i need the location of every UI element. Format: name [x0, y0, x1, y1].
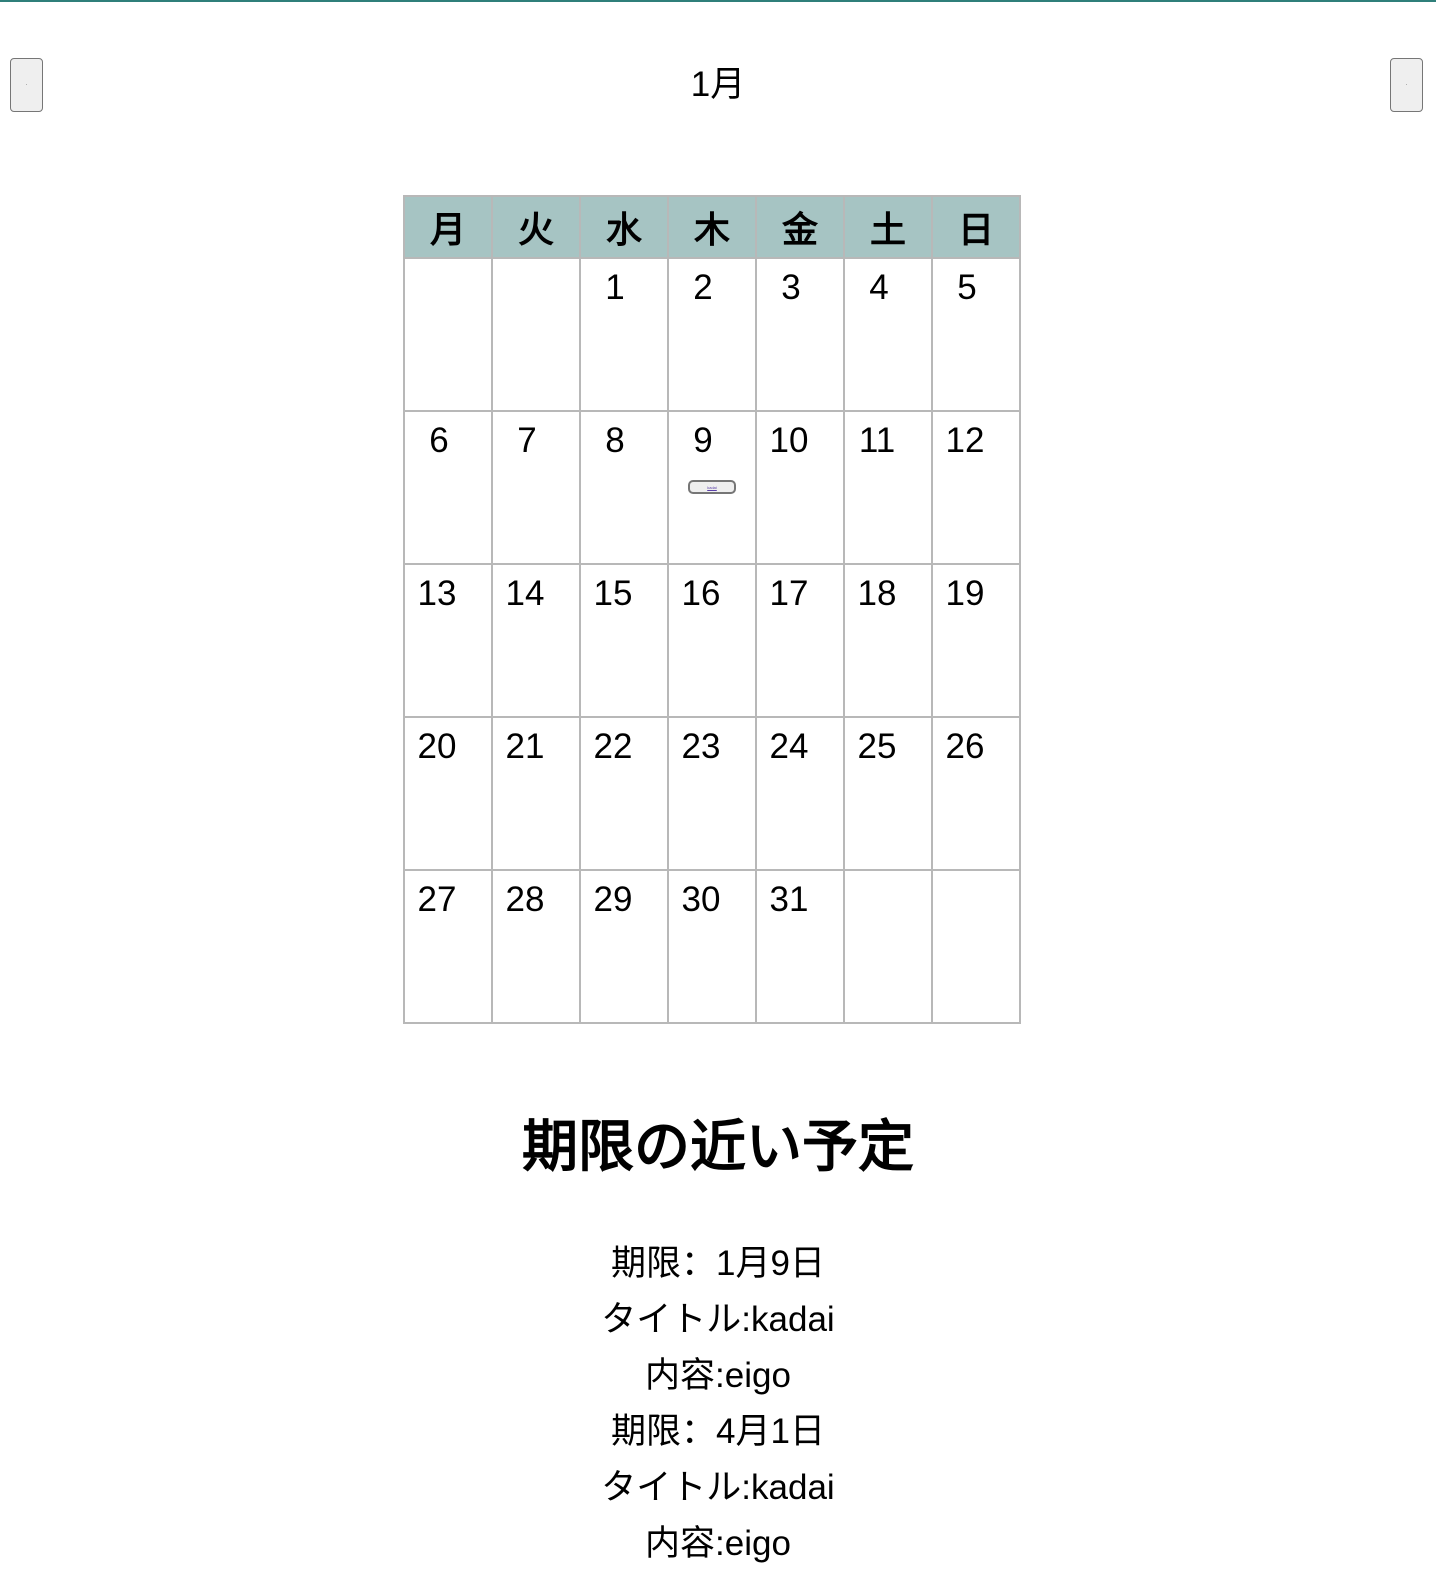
- upcoming-list: 期限：1月9日 タイトル:kadai 内容:eigo 期限：4月1日 タイトル:…: [0, 1236, 1436, 1572]
- calendar-day-cell: 11: [843, 410, 933, 565]
- weekday-header-sat: 土: [843, 195, 933, 259]
- calendar-table: 月 火 水 木 金 土 日 1 2 3 4 5 6 7 8 9 kadai 10: [403, 195, 1021, 1024]
- next-month-button[interactable]: ·: [1390, 58, 1423, 112]
- calendar-day-cell: 21: [491, 716, 581, 871]
- month-title: 1月: [690, 65, 746, 104]
- calendar-day-cell: 15: [579, 563, 669, 718]
- calendar-day-cell-event: 9 kadai: [667, 410, 757, 565]
- day-number: 13: [417, 574, 457, 613]
- top-accent-line: [0, 0, 1436, 2]
- calendar-week-row: 13 14 15 16 17 18 19: [403, 563, 1021, 718]
- calendar-day-cell: [403, 257, 493, 412]
- calendar-day-cell: 19: [931, 563, 1021, 718]
- calendar-day-cell: 25: [843, 716, 933, 871]
- upcoming-item: 期限：4月1日 タイトル:kadai 内容:eigo: [0, 1404, 1436, 1572]
- calendar-day-cell: 23: [667, 716, 757, 871]
- day-number: 18: [857, 574, 897, 613]
- calendar-day-cell: 24: [755, 716, 845, 871]
- calendar-day-cell: [931, 869, 1021, 1024]
- day-number: 24: [769, 727, 809, 766]
- day-number: 19: [945, 574, 985, 613]
- calendar-day-cell: 10: [755, 410, 845, 565]
- day-number: 1: [605, 268, 625, 307]
- calendar-day-cell: 17: [755, 563, 845, 718]
- day-number: 3: [781, 268, 801, 307]
- day-number: 27: [417, 880, 457, 919]
- calendar-day-cell: 13: [403, 563, 493, 718]
- calendar-week-row: 1 2 3 4 5: [403, 257, 1021, 412]
- calendar-day-cell: 18: [843, 563, 933, 718]
- day-number: 28: [505, 880, 545, 919]
- day-number: 25: [857, 727, 897, 766]
- calendar-day-cell: 1: [579, 257, 669, 412]
- day-number: 16: [681, 574, 721, 613]
- day-number: 14: [505, 574, 545, 613]
- day-number: 21: [505, 727, 545, 766]
- calendar-day-cell: 30: [667, 869, 757, 1024]
- calendar-week-row: 6 7 8 9 kadai 10 11 12: [403, 410, 1021, 565]
- day-number: 9: [693, 421, 713, 460]
- weekday-header-mon: 月: [403, 195, 493, 259]
- weekday-header-fri: 金: [755, 195, 845, 259]
- day-number: 31: [769, 880, 809, 919]
- day-number: 26: [945, 727, 985, 766]
- day-number: 5: [957, 268, 977, 307]
- calendar-day-cell: 14: [491, 563, 581, 718]
- day-number: 20: [417, 727, 457, 766]
- upcoming-content: 内容:eigo: [645, 1356, 791, 1395]
- day-number: 4: [869, 268, 889, 307]
- upcoming-content: 内容:eigo: [645, 1524, 791, 1563]
- calendar-day-cell: 7: [491, 410, 581, 565]
- calendar-day-cell: 12: [931, 410, 1021, 565]
- calendar-day-cell: 6: [403, 410, 493, 565]
- calendar-day-cell: 4: [843, 257, 933, 412]
- day-number: 30: [681, 880, 721, 919]
- day-number: 22: [593, 727, 633, 766]
- upcoming-item: 期限：1月9日 タイトル:kadai 内容:eigo: [0, 1236, 1436, 1404]
- calendar-day-cell: [843, 869, 933, 1024]
- day-number: 2: [693, 268, 713, 307]
- day-number: 11: [858, 421, 896, 460]
- weekday-header-sun: 日: [931, 195, 1021, 259]
- weekday-header-row: 月 火 水 木 金 土 日: [403, 195, 1021, 259]
- calendar-day-cell: [491, 257, 581, 412]
- day-number: 29: [593, 880, 633, 919]
- calendar-week-row: 20 21 22 23 24 25 26: [403, 716, 1021, 871]
- day-number: 10: [769, 421, 809, 460]
- day-number: 7: [517, 421, 537, 460]
- calendar-day-cell: 29: [579, 869, 669, 1024]
- calendar-day-cell: 22: [579, 716, 669, 871]
- day-number: 6: [429, 421, 449, 460]
- day-number: 23: [681, 727, 721, 766]
- upcoming-title: タイトル:kadai: [601, 1468, 835, 1507]
- upcoming-title: タイトル:kadai: [601, 1300, 835, 1339]
- calendar-week-row: 27 28 29 30 31: [403, 869, 1021, 1024]
- upcoming-heading: 期限の近い予定: [522, 1115, 914, 1178]
- event-button[interactable]: kadai: [688, 480, 736, 494]
- day-number: 17: [769, 574, 809, 613]
- calendar-day-cell: 27: [403, 869, 493, 1024]
- weekday-header-thu: 木: [667, 195, 757, 259]
- calendar-day-cell: 31: [755, 869, 845, 1024]
- weekday-header-tue: 火: [491, 195, 581, 259]
- weekday-header-wed: 水: [579, 195, 669, 259]
- calendar-day-cell: 5: [931, 257, 1021, 412]
- calendar-day-cell: 16: [667, 563, 757, 718]
- day-number: 12: [945, 421, 985, 460]
- calendar-day-cell: 20: [403, 716, 493, 871]
- calendar-day-cell: 8: [579, 410, 669, 565]
- calendar-day-cell: 3: [755, 257, 845, 412]
- calendar-day-cell: 26: [931, 716, 1021, 871]
- upcoming-deadline: 期限：4月1日: [611, 1412, 825, 1451]
- upcoming-deadline: 期限：1月9日: [611, 1244, 825, 1283]
- day-number: 8: [605, 421, 625, 460]
- day-number: 15: [593, 574, 633, 613]
- calendar-day-cell: 28: [491, 869, 581, 1024]
- calendar-day-cell: 2: [667, 257, 757, 412]
